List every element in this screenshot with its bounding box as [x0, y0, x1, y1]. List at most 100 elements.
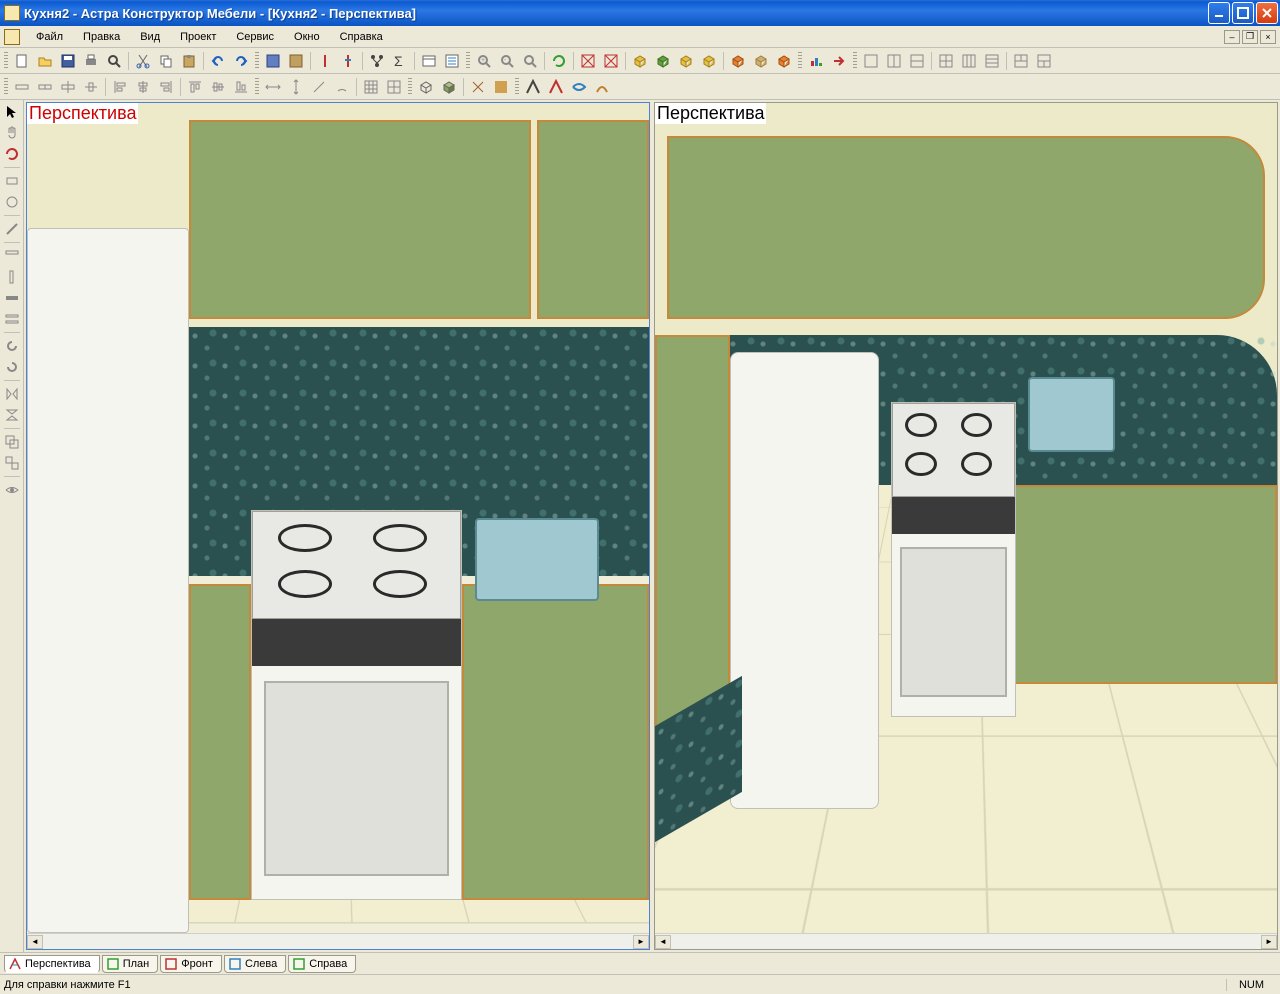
window-maximize-button[interactable]: [1232, 2, 1254, 24]
ungroup-button[interactable]: [2, 453, 22, 473]
toolbar-grip-icon[interactable]: [515, 78, 519, 96]
dim2-button[interactable]: [285, 76, 307, 98]
paste-button[interactable]: [178, 50, 200, 72]
line-button[interactable]: [2, 219, 22, 239]
material-button[interactable]: [262, 50, 284, 72]
toolbar-grip-icon[interactable]: [853, 52, 857, 70]
align4-button[interactable]: [184, 76, 206, 98]
zoom-out-button[interactable]: -: [496, 50, 518, 72]
rect-button[interactable]: [2, 171, 22, 191]
copy-button[interactable]: [155, 50, 177, 72]
chart-button[interactable]: [805, 50, 827, 72]
print-button[interactable]: [80, 50, 102, 72]
scroll-right-arrow-icon[interactable]: ►: [1261, 935, 1277, 949]
mirror-v-button[interactable]: [2, 405, 22, 425]
mdi-close-button[interactable]: ×: [1260, 30, 1276, 44]
viewport-right[interactable]: Перспектива: [654, 102, 1278, 950]
hand-button[interactable]: [2, 123, 22, 143]
tree-button[interactable]: [366, 50, 388, 72]
panel-v-button[interactable]: [2, 267, 22, 287]
pointer-button[interactable]: [2, 102, 22, 122]
save-button[interactable]: [57, 50, 79, 72]
toolbar-grip-icon[interactable]: [255, 52, 259, 70]
undo-button[interactable]: [207, 50, 229, 72]
menu-file[interactable]: Файл: [26, 29, 73, 45]
eye-button[interactable]: [2, 480, 22, 500]
list-button[interactable]: [441, 50, 463, 72]
box-yellow-button[interactable]: [629, 50, 651, 72]
edge-button[interactable]: [2, 288, 22, 308]
open-button[interactable]: [34, 50, 56, 72]
shelf-button[interactable]: [2, 309, 22, 329]
snap3-button[interactable]: [57, 76, 79, 98]
part-button[interactable]: [337, 50, 359, 72]
tab-perspective[interactable]: Перспектива: [4, 955, 100, 973]
toolbar-grip-icon[interactable]: [4, 52, 8, 70]
box-yellow2-button[interactable]: [675, 50, 697, 72]
align2-button[interactable]: [132, 76, 154, 98]
cube-wire-button[interactable]: [415, 76, 437, 98]
align1-button[interactable]: [109, 76, 131, 98]
toolbar-grip-icon[interactable]: [466, 52, 470, 70]
sum-button[interactable]: Σ: [389, 50, 411, 72]
redo-button[interactable]: [230, 50, 252, 72]
viewport-right-scrollbar[interactable]: ◄ ►: [655, 933, 1277, 949]
texture1-button[interactable]: [467, 76, 489, 98]
snap1-button[interactable]: [11, 76, 33, 98]
toggle2-button[interactable]: [600, 50, 622, 72]
menu-help[interactable]: Справка: [330, 29, 393, 45]
toolbar-grip-icon[interactable]: [408, 78, 412, 96]
rotate-button[interactable]: [2, 144, 22, 164]
align5-button[interactable]: [207, 76, 229, 98]
tab-plan[interactable]: План: [102, 955, 159, 973]
viewport-left[interactable]: Перспектива: [26, 102, 650, 950]
rot-right-button[interactable]: [2, 357, 22, 377]
menu-edit[interactable]: Правка: [73, 29, 130, 45]
tab-left[interactable]: Слева: [224, 955, 286, 973]
layout6-button[interactable]: [981, 50, 1003, 72]
box-yellow3-button[interactable]: [698, 50, 720, 72]
grid-button[interactable]: [360, 76, 382, 98]
snap2-button[interactable]: [34, 76, 56, 98]
view1-button[interactable]: [522, 76, 544, 98]
window-close-button[interactable]: [1256, 2, 1278, 24]
snap4-button[interactable]: [80, 76, 102, 98]
layout8-button[interactable]: [1033, 50, 1055, 72]
scroll-left-arrow-icon[interactable]: ◄: [655, 935, 671, 949]
dim3-button[interactable]: [308, 76, 330, 98]
layout5-button[interactable]: [958, 50, 980, 72]
tab-right[interactable]: Справа: [288, 955, 356, 973]
toggle1-button[interactable]: [577, 50, 599, 72]
menu-service[interactable]: Сервис: [226, 29, 284, 45]
dim1-button[interactable]: [262, 76, 284, 98]
box-orange2-button[interactable]: [773, 50, 795, 72]
menu-window[interactable]: Окно: [284, 29, 330, 45]
toolbar-grip-icon[interactable]: [4, 78, 8, 96]
mirror-h-button[interactable]: [2, 384, 22, 404]
arrow-right-button[interactable]: [828, 50, 850, 72]
panel-button[interactable]: [2, 246, 22, 266]
layout3-button[interactable]: [906, 50, 928, 72]
dim4-button[interactable]: [331, 76, 353, 98]
box-orange-button[interactable]: [727, 50, 749, 72]
tab-front[interactable]: Фронт: [160, 955, 222, 973]
mdi-minimize-button[interactable]: –: [1224, 30, 1240, 44]
rot-left-button[interactable]: [2, 336, 22, 356]
cut-button[interactable]: [132, 50, 154, 72]
zoom-fit-button[interactable]: [519, 50, 541, 72]
texture2-button[interactable]: [490, 76, 512, 98]
box-tan-button[interactable]: [750, 50, 772, 72]
grid2-button[interactable]: [383, 76, 405, 98]
view3-button[interactable]: [568, 76, 590, 98]
layout2-button[interactable]: [883, 50, 905, 72]
new-button[interactable]: [11, 50, 33, 72]
window-minimize-button[interactable]: [1208, 2, 1230, 24]
menu-project[interactable]: Проект: [170, 29, 226, 45]
layout7-button[interactable]: [1010, 50, 1032, 72]
screw-button[interactable]: [314, 50, 336, 72]
box-green-button[interactable]: [652, 50, 674, 72]
toolbar-grip-icon[interactable]: [798, 52, 802, 70]
scroll-left-arrow-icon[interactable]: ◄: [27, 935, 43, 949]
zoom-in-button[interactable]: +: [473, 50, 495, 72]
mdi-restore-button[interactable]: ❐: [1242, 30, 1258, 44]
